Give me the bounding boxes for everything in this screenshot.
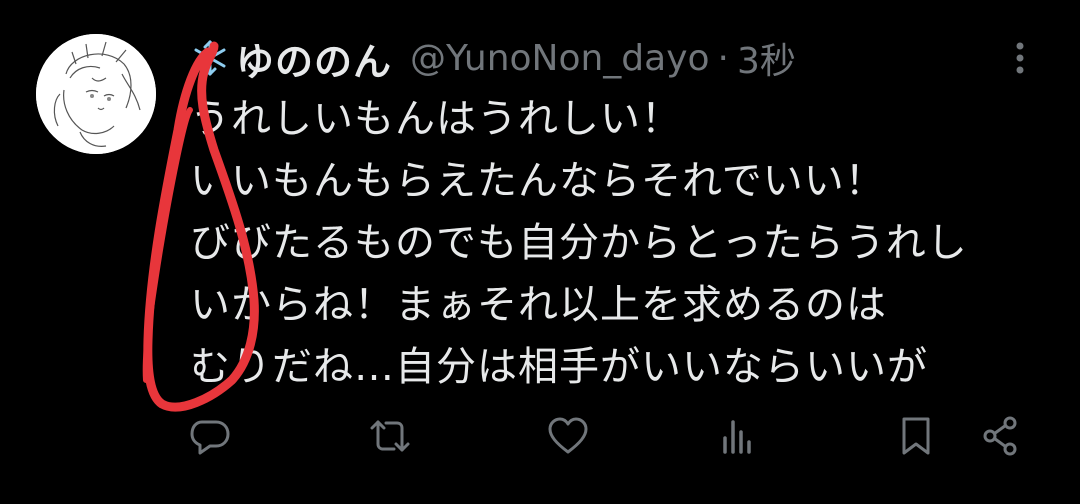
share-icon xyxy=(983,416,1017,456)
bookmark-icon xyxy=(902,417,930,455)
tweet-text: うれしいもんはうれしい！ いいもんもらえたんならそれでいい！ びびたるものでも自… xyxy=(190,88,1050,398)
bookmark-button[interactable] xyxy=(888,408,944,464)
tweet-actions xyxy=(0,408,1080,464)
tweet-header: ゆののん @YunoNon_dayo · 3秒 xyxy=(190,30,796,86)
retweet-button[interactable] xyxy=(362,408,418,464)
views-icon xyxy=(723,420,751,454)
avatar-sketch-image xyxy=(36,34,156,154)
snowflake-icon xyxy=(190,38,230,78)
timestamp[interactable]: 3秒 xyxy=(737,32,796,84)
more-options-icon[interactable] xyxy=(1006,38,1034,78)
tweet-text-line: いいもんもらえたんならそれでいい！ xyxy=(190,158,886,204)
reply-button[interactable] xyxy=(182,408,238,464)
tweet-text-line: いからね！まぁそれ以上を求めるのは xyxy=(190,282,887,328)
user-handle[interactable]: @YunoNon_dayo xyxy=(410,38,710,79)
header-separator: · xyxy=(717,37,729,79)
share-button[interactable] xyxy=(972,408,1028,464)
retweet-icon xyxy=(370,420,410,452)
tweet-text-line: びびたるものでも自分からとったらうれし xyxy=(190,220,968,266)
reply-icon xyxy=(190,420,230,455)
tweet-text-line: うれしいもんはうれしい！ xyxy=(190,96,682,142)
tweet[interactable]: ゆののん @YunoNon_dayo · 3秒 うれしいもんはうれしい！ いいも… xyxy=(0,0,1080,504)
tweet-text-line: むりだね…自分は相手がいいならいいが xyxy=(190,344,928,390)
views-button[interactable] xyxy=(710,408,766,464)
display-name[interactable]: ゆののん xyxy=(236,31,392,86)
heart-icon xyxy=(548,417,588,454)
avatar[interactable] xyxy=(36,34,156,154)
like-button[interactable] xyxy=(540,408,596,464)
